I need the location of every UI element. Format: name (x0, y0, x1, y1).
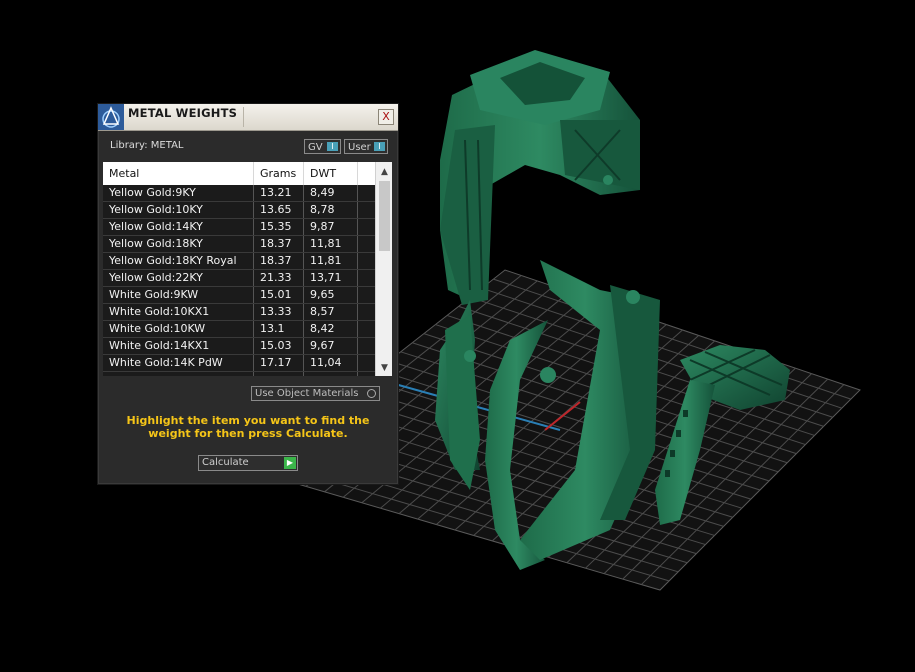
grams-cell: 13.1 (254, 321, 304, 337)
use-object-materials-option[interactable]: Use Object Materials (251, 386, 380, 401)
dwt-cell: 9,87 (304, 219, 358, 235)
metal-cell: White Gold:10KW (103, 321, 254, 337)
grams-cell: 13.65 (254, 202, 304, 218)
table-body: Yellow Gold:9KY 13.21 8,49 Yellow Gold:10K… (103, 185, 375, 376)
scroll-up-icon[interactable]: ▲ (378, 166, 391, 178)
library-label: Library: METAL (110, 140, 184, 151)
dwt-cell: 9,65 (304, 287, 358, 303)
metal-cell: White Gold:14K PdW (103, 355, 254, 371)
use-object-materials-label: Use Object Materials (255, 388, 359, 399)
metal-cell: White Gold:10KX1 (103, 304, 254, 320)
close-button[interactable]: X (378, 109, 394, 125)
grams-cell: 18.37 (254, 236, 304, 252)
table-row[interactable]: White Gold:14KX1 15.03 9,67 (103, 338, 375, 355)
dwt-cell: 9,67 (304, 338, 358, 354)
table-row[interactable]: Yellow Gold:18KY Royal 18.37 11,81 (103, 253, 375, 270)
table-row[interactable]: White Gold:14K PdW 17.17 11,04 (103, 355, 375, 372)
column-header-grams[interactable]: Grams (254, 162, 304, 185)
metal-cell: White Gold:14KX1 (103, 338, 254, 354)
table-row[interactable]: White Gold:9KW 15.01 9,65 (103, 287, 375, 304)
calculate-label: Calculate (202, 457, 249, 468)
play-arrow-icon[interactable]: ▶ (284, 457, 296, 469)
grams-cell: 15.01 (254, 287, 304, 303)
scroll-thumb[interactable] (379, 181, 390, 251)
table-row[interactable]: Yellow Gold:18KY 18.37 11,81 (103, 236, 375, 253)
metal-cell: Yellow Gold:9KY (103, 185, 254, 201)
table-row[interactable]: White Gold:10KX1 13.33 8,57 (103, 304, 375, 321)
column-header-dwt[interactable]: DWT (304, 162, 358, 185)
table-row[interactable]: Yellow Gold:9KY 13.21 8,49 (103, 185, 375, 202)
metal-cell: Yellow Gold:10KY (103, 202, 254, 218)
column-header-metal[interactable]: Metal (103, 162, 254, 185)
table-scrollbar[interactable]: ▲ ▼ (375, 162, 392, 376)
user-toggle-switch-icon[interactable]: I (374, 142, 385, 151)
grams-cell: 13.21 (254, 185, 304, 201)
dwt-cell: 8,57 (304, 304, 358, 320)
dwt-cell: 11,04 (304, 355, 358, 371)
table-row[interactable]: Yellow Gold:22KY 21.33 13,71 (103, 270, 375, 287)
scroll-down-icon[interactable]: ▼ (378, 362, 391, 374)
dwt-cell: 8,78 (304, 202, 358, 218)
gv-toggle-label: GV (308, 142, 323, 153)
metal-cell: White Gold:9KW (103, 287, 254, 303)
grams-cell: 21.33 (254, 270, 304, 286)
table-row[interactable]: Yellow Gold:14KY 15.35 9,87 (103, 219, 375, 236)
ring-head-model (440, 50, 640, 305)
grams-cell: 13.33 (254, 304, 304, 320)
dwt-cell: 11,81 (304, 253, 358, 269)
table-row[interactable]: White Gold:10KW 13.1 8,42 (103, 321, 375, 338)
user-toggle-label: User (348, 142, 371, 153)
metal-weights-panel: METAL WEIGHTS X Library: METAL GV I User… (97, 103, 399, 485)
calculate-button[interactable]: Calculate ▶ (198, 455, 298, 471)
panel-title: METAL WEIGHTS (128, 106, 238, 120)
user-toggle[interactable]: User I (344, 139, 388, 154)
panel-titlebar[interactable]: METAL WEIGHTS X (98, 104, 398, 131)
gv-toggle[interactable]: GV I (304, 139, 341, 154)
dwt-cell: 8,42 (304, 321, 358, 337)
dwt-cell: 11,81 (304, 236, 358, 252)
grams-cell: 15.03 (254, 338, 304, 354)
grams-cell: 18.37 (254, 253, 304, 269)
app-logo-icon (98, 104, 124, 130)
table-row[interactable]: Yellow Gold:10KY 13.65 8,78 (103, 202, 375, 219)
metal-table: Metal Grams DWT Yellow Gold:9KY 13.21 8,49… (103, 162, 392, 376)
table-header: Metal Grams DWT (103, 162, 375, 185)
dwt-cell: 13,71 (304, 270, 358, 286)
instruction-text: Highlight the item you want to find the … (126, 414, 370, 440)
metal-cell: Yellow Gold:14KY (103, 219, 254, 235)
table-row-partial[interactable] (103, 372, 375, 376)
metal-cell: Yellow Gold:18KY Royal (103, 253, 254, 269)
metal-cell: Yellow Gold:18KY (103, 236, 254, 252)
dwt-cell: 8,49 (304, 185, 358, 201)
gv-toggle-switch-icon[interactable]: I (327, 142, 338, 151)
grams-cell: 15.35 (254, 219, 304, 235)
metal-cell: Yellow Gold:22KY (103, 270, 254, 286)
grams-cell: 17.17 (254, 355, 304, 371)
radio-icon[interactable] (367, 389, 376, 398)
title-divider (243, 107, 244, 127)
